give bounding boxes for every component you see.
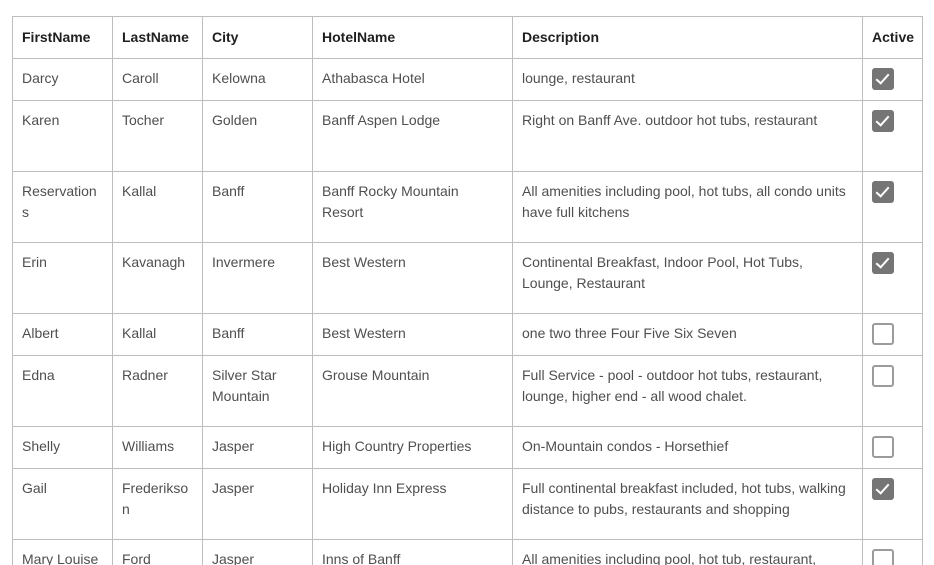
cell-firstname: Albert xyxy=(12,313,113,356)
checkbox-unchecked-icon[interactable] xyxy=(872,365,894,387)
cell-hotelname: Holiday Inn Express xyxy=(312,468,513,540)
table-row[interactable]: Karen Tocher Golden Banff Aspen Lodge Right … xyxy=(12,100,923,172)
cell-firstname: Edna xyxy=(12,355,113,427)
cell-lastname: Kallal xyxy=(112,171,203,243)
checkbox-checked-icon[interactable] xyxy=(872,68,894,90)
table-header: FirstName LastName City HotelName Descri… xyxy=(12,16,923,59)
cell-lastname: Kavanagh xyxy=(112,242,203,314)
table-header-row: FirstName LastName City HotelName Descri… xyxy=(12,16,923,59)
cell-hotelname: Inns of Banff xyxy=(312,539,513,565)
cell-active xyxy=(862,426,923,469)
column-header-city[interactable]: City xyxy=(202,16,313,59)
cell-hotelname: Athabasca Hotel xyxy=(312,58,513,101)
cell-city: Jasper xyxy=(202,468,313,540)
cell-firstname: Karen xyxy=(12,100,113,172)
checkbox-unchecked-icon[interactable] xyxy=(872,549,894,565)
cell-firstname: Gail xyxy=(12,468,113,540)
cell-city: Kelowna xyxy=(202,58,313,101)
cell-active xyxy=(862,100,923,172)
cell-city: Banff xyxy=(202,313,313,356)
table-row[interactable]: Mary Louise Ford Jasper Inns of Banff All am… xyxy=(12,539,923,565)
cell-description: Right on Banff Ave. outdoor hot tubs, re… xyxy=(512,100,863,172)
cell-lastname: Williams xyxy=(112,426,203,469)
cell-active xyxy=(862,58,923,101)
checkbox-checked-icon[interactable] xyxy=(872,478,894,500)
cell-active xyxy=(862,355,923,427)
cell-city: Invermere xyxy=(202,242,313,314)
cell-active xyxy=(862,242,923,314)
column-header-hotelname[interactable]: HotelName xyxy=(312,16,513,59)
cell-hotelname: Banff Rocky Mountain Resort xyxy=(312,171,513,243)
data-grid-page: FirstName LastName City HotelName Descri… xyxy=(0,0,934,565)
cell-description: Full Service - pool - outdoor hot tubs, … xyxy=(512,355,863,427)
checkbox-checked-icon[interactable] xyxy=(872,252,894,274)
cell-description: Continental Breakfast, Indoor Pool, Hot … xyxy=(512,242,863,314)
cell-city: Jasper xyxy=(202,426,313,469)
cell-hotelname: High Country Properties xyxy=(312,426,513,469)
cell-city: Silver Star Mountain xyxy=(202,355,313,427)
checkbox-unchecked-icon[interactable] xyxy=(872,323,894,345)
cell-firstname: Reservations xyxy=(12,171,113,243)
cell-city: Banff xyxy=(202,171,313,243)
table-row[interactable]: Gail Frederikson Jasper Holiday Inn Express… xyxy=(12,468,923,540)
cell-description: lounge, restaurant xyxy=(512,58,863,101)
table-body: Darcy Caroll Kelowna Athabasca Hotel lounge,… xyxy=(12,58,923,565)
cell-description: All amenities including pool, hot tub, r… xyxy=(512,539,863,565)
cell-city: Jasper xyxy=(202,539,313,565)
cell-description: one two three Four Five Six Seven xyxy=(512,313,863,356)
cell-hotelname: Best Western xyxy=(312,242,513,314)
cell-description: On-Mountain condos - Horsethief xyxy=(512,426,863,469)
cell-hotelname: Banff Aspen Lodge xyxy=(312,100,513,172)
data-grid-container: FirstName LastName City HotelName Descri… xyxy=(12,16,923,565)
table-row[interactable]: Shelly Williams Jasper High Country Propert… xyxy=(12,426,923,469)
cell-lastname: Ford xyxy=(112,539,203,565)
cell-lastname: Radner xyxy=(112,355,203,427)
cell-lastname: Frederikson xyxy=(112,468,203,540)
checkbox-unchecked-icon[interactable] xyxy=(872,436,894,458)
cell-firstname: Mary Louise xyxy=(12,539,113,565)
checkbox-checked-icon[interactable] xyxy=(872,181,894,203)
table-row[interactable]: Darcy Caroll Kelowna Athabasca Hotel lounge,… xyxy=(12,58,923,101)
column-header-firstname[interactable]: FirstName xyxy=(12,16,113,59)
cell-firstname: Darcy xyxy=(12,58,113,101)
table-row[interactable]: Albert Kallal Banff Best Western one two thr… xyxy=(12,313,923,356)
table-row[interactable]: Erin Kavanagh Invermere Best Western Contine… xyxy=(12,242,923,314)
cell-hotelname: Best Western xyxy=(312,313,513,356)
cell-lastname: Tocher xyxy=(112,100,203,172)
column-header-lastname[interactable]: LastName xyxy=(112,16,203,59)
column-header-description[interactable]: Description xyxy=(512,16,863,59)
column-header-active[interactable]: Active xyxy=(862,16,923,59)
cell-active xyxy=(862,468,923,540)
cell-hotelname: Grouse Mountain xyxy=(312,355,513,427)
cell-active xyxy=(862,539,923,565)
cell-city: Golden xyxy=(202,100,313,172)
cell-description: Full continental breakfast included, hot… xyxy=(512,468,863,540)
table-row[interactable]: Edna Radner Silver Star Mountain Grouse Mou… xyxy=(12,355,923,427)
cell-firstname: Shelly xyxy=(12,426,113,469)
hotel-contacts-table: FirstName LastName City HotelName Descri… xyxy=(12,16,923,565)
cell-firstname: Erin xyxy=(12,242,113,314)
cell-active xyxy=(862,171,923,243)
cell-active xyxy=(862,313,923,356)
checkbox-checked-icon[interactable] xyxy=(872,110,894,132)
cell-lastname: Kallal xyxy=(112,313,203,356)
cell-lastname: Caroll xyxy=(112,58,203,101)
cell-description: All amenities including pool, hot tubs, … xyxy=(512,171,863,243)
table-row[interactable]: Reservations Kallal Banff Banff Rocky Mount… xyxy=(12,171,923,243)
